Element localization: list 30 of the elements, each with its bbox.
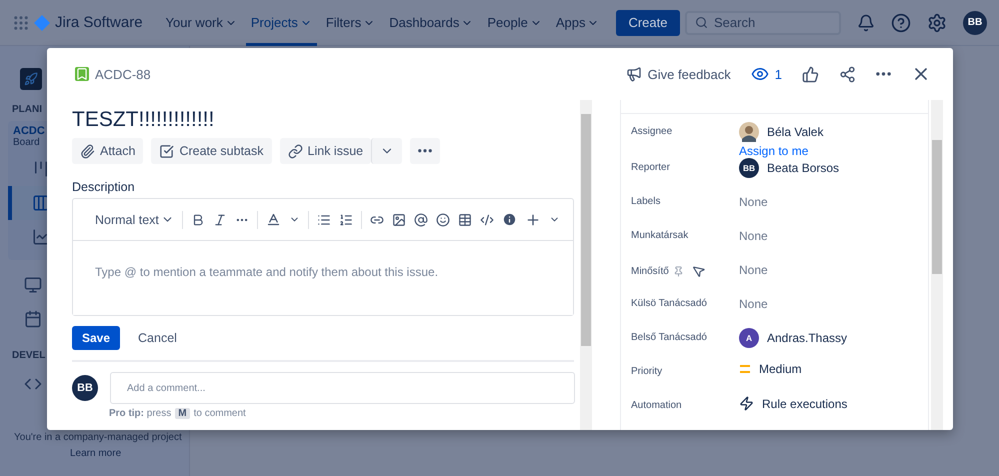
field-label: Külsö Tanácsadó: [631, 297, 708, 309]
user-avatar: BB: [72, 375, 98, 401]
automation-value: Rule executions: [762, 396, 848, 410]
project-subtitle: Board: [12, 137, 41, 148]
field-value: None: [739, 228, 769, 243]
field-label: Belső Tanácsadó: [631, 331, 708, 343]
user-name: Andras.Thassy: [767, 331, 848, 345]
field-label: Priority: [631, 365, 664, 377]
field-label: Munkatársak: [631, 229, 690, 241]
user-avatar: A: [739, 328, 759, 348]
assignee-name: Béla Valek: [767, 125, 824, 139]
section-header: DEVEL: [11, 350, 46, 361]
field-label: Assignee: [631, 125, 674, 137]
keyboard-key: M: [175, 408, 190, 419]
field-value: None: [739, 262, 769, 277]
field-value: None: [739, 296, 769, 311]
user-name: Beata Borsos: [767, 161, 840, 175]
field-label: Automation: [631, 399, 683, 411]
field-label: Reporter: [631, 161, 671, 173]
field-label: Minősítő: [631, 260, 739, 278]
field-value: None: [739, 194, 769, 209]
field-label: Labels: [631, 195, 662, 207]
user-avatar: BB: [739, 158, 759, 178]
section-header: PLANI: [11, 104, 43, 115]
priority-value: Medium: [759, 362, 802, 376]
pro-tip-text: Pro tip: press: [109, 408, 172, 419]
project-type-note: You're in a company-managed project: [14, 432, 182, 443]
pro-tip-text: to comment: [194, 408, 246, 419]
description-label: Description: [72, 180, 136, 194]
product-name: Jira Software: [55, 14, 143, 31]
